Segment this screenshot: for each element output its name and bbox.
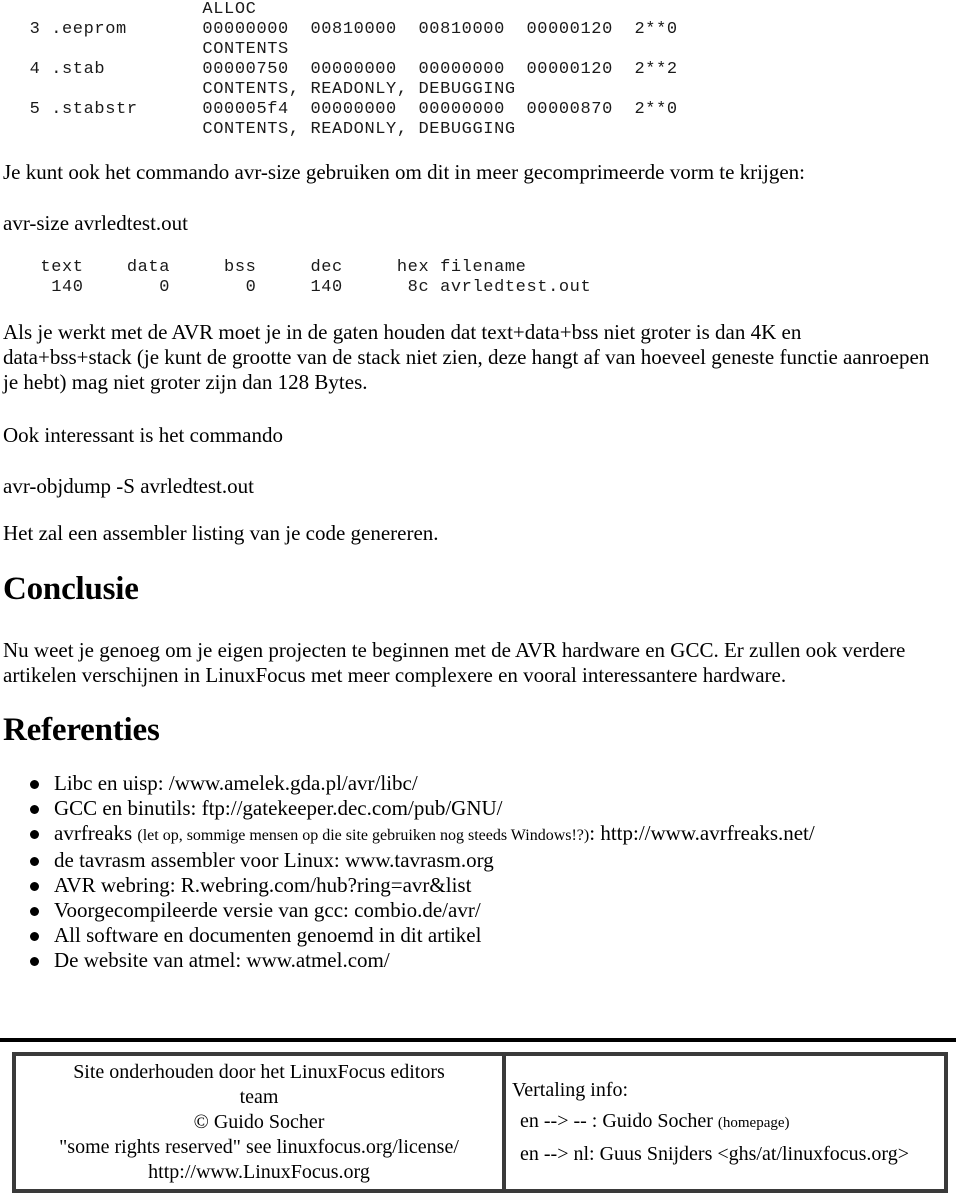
footer-divider xyxy=(0,1038,956,1042)
footer-line-team: team xyxy=(239,1086,279,1108)
list-item: De website van atmel: www.atmel.com/ xyxy=(0,948,960,973)
bullet-icon xyxy=(30,907,39,916)
list-item: avrfreaks (let op, sommige mensen op die… xyxy=(0,821,960,848)
list-item: GCC en binutils: ftp://gatekeeper.dec.co… xyxy=(0,796,960,821)
bullet-icon xyxy=(30,830,39,839)
document-page: ALLOC 3 .eeprom 00000000 00810000 008100… xyxy=(0,0,960,1197)
translation-info-title: Vertaling info: xyxy=(512,1079,629,1101)
translation-en-author: en --> -- : Guido Socher xyxy=(520,1110,718,1132)
paragraph-memory-limits: Als je werkt met de AVR moet je in de ga… xyxy=(3,320,930,394)
list-item: Libc en uisp: /www.amelek.gda.pl/avr/lib… xyxy=(0,771,960,796)
list-item: de tavrasm assembler voor Linux: www.tav… xyxy=(0,848,960,873)
reference-text[interactable]: Libc en uisp: /www.amelek.gda.pl/avr/lib… xyxy=(54,771,418,795)
footer-line-copyright: © Guido Socher xyxy=(193,1111,325,1133)
bullet-icon xyxy=(30,882,39,891)
bullet-icon xyxy=(30,932,39,941)
list-item: All software en documenten genoemd in di… xyxy=(0,923,960,948)
bullet-icon xyxy=(30,805,39,814)
bullet-icon xyxy=(30,957,39,966)
footer-table: Site onderhouden door het LinuxFocus edi… xyxy=(12,1052,948,1193)
translation-line-nl: en --> nl: Guus Snijders <ghs/at/linuxfo… xyxy=(520,1143,909,1165)
reference-note: (let op, sommige mensen op die site gebr… xyxy=(137,827,590,844)
list-item: Voorgecompileerde versie van gcc: combio… xyxy=(0,898,960,923)
heading-conclusie: Conclusie xyxy=(3,571,139,607)
reference-text[interactable]: GCC en binutils: ftp://gatekeeper.dec.co… xyxy=(54,796,503,820)
translation-line-en: en --> -- : Guido Socher (homepage) xyxy=(512,1109,938,1136)
avr-size-output-table: text data bss dec hex filename 140 0 0 1… xyxy=(40,258,592,297)
paragraph-conclusion: Nu weet je genoeg om je eigen projecten … xyxy=(3,638,906,687)
references-list: Libc en uisp: /www.amelek.gda.pl/avr/lib… xyxy=(0,771,960,973)
paragraph-avrsize-intro: Je kunt ook het commando avr-size gebrui… xyxy=(3,160,805,184)
bullet-icon xyxy=(30,857,39,866)
reference-url[interactable]: : http://www.avrfreaks.net/ xyxy=(589,821,815,845)
reference-text[interactable]: AVR webring: R.webring.com/hub?ring=avr&… xyxy=(54,873,471,897)
command-avr-size: avr-size avrledtest.out xyxy=(3,211,189,235)
reference-text[interactable]: Voorgecompileerde versie van gcc: combio… xyxy=(54,898,481,922)
footer-site-info-cell: Site onderhouden door het LinuxFocus edi… xyxy=(14,1054,504,1191)
reference-text[interactable]: De website van atmel: www.atmel.com/ xyxy=(54,948,390,972)
footer-line-homepage-url[interactable]: http://www.LinuxFocus.org xyxy=(148,1161,370,1183)
list-item: AVR webring: R.webring.com/hub?ring=avr&… xyxy=(0,873,960,898)
footer-line-license[interactable]: "some rights reserved" see linuxfocus.or… xyxy=(59,1136,459,1158)
heading-referenties: Referenties xyxy=(3,712,160,748)
bullet-icon xyxy=(30,780,39,789)
reference-text[interactable]: All software en documenten genoemd in di… xyxy=(54,923,481,947)
reference-text[interactable]: avrfreaks xyxy=(54,821,137,845)
footer-translation-cell: Vertaling info: en --> -- : Guido Socher… xyxy=(504,1054,946,1191)
table-row: Site onderhouden door het LinuxFocus edi… xyxy=(14,1054,946,1191)
command-avr-objdump: avr-objdump -S avrledtest.out xyxy=(3,474,254,498)
homepage-link[interactable]: (homepage) xyxy=(718,1115,790,1131)
paragraph-ook-interessant: Ook interessant is het commando xyxy=(3,423,283,447)
objdump-section-listing: ALLOC 3 .eeprom 00000000 00810000 008100… xyxy=(29,0,678,139)
footer-line-maintainers: Site onderhouden door het LinuxFocus edi… xyxy=(73,1061,445,1083)
reference-text[interactable]: de tavrasm assembler voor Linux: www.tav… xyxy=(54,848,494,872)
paragraph-objdump-note: Het zal een assembler listing van je cod… xyxy=(3,521,439,545)
